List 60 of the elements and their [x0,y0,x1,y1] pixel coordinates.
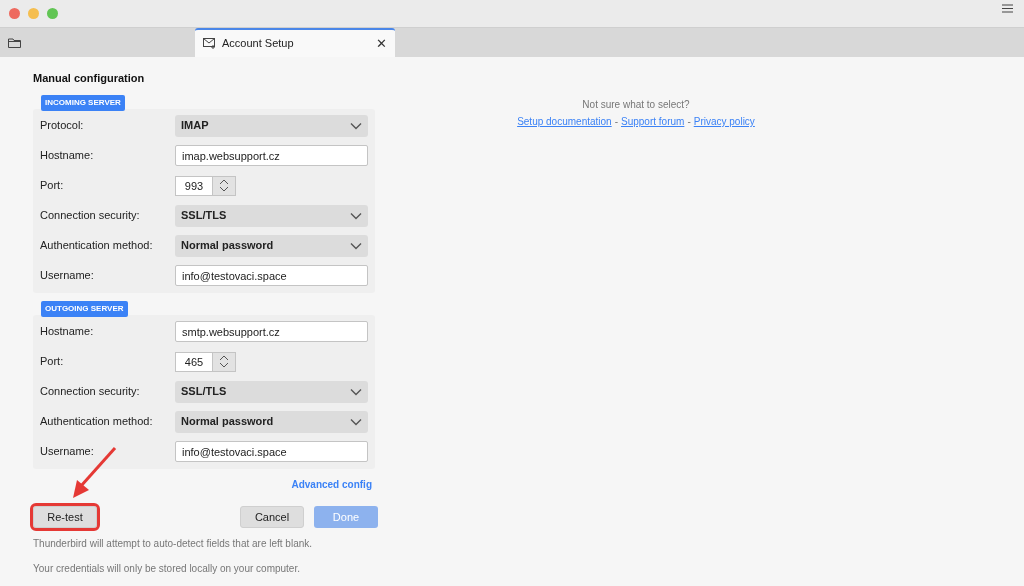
dropdown[interactable]: Normal password [175,234,368,257]
chevron-down-icon [350,121,362,130]
minimize-window-control[interactable] [28,8,39,19]
close-window-control[interactable] [9,8,20,19]
zoom-window-control[interactable] [47,8,58,19]
dropdown[interactable]: IMAP [175,114,368,137]
folder-icon [8,37,21,48]
dropdown-value: SSL/TLS [181,208,227,224]
field-label: Connection security: [40,384,141,400]
port-field[interactable]: 993 [175,175,213,196]
dropdown-value: SSL/TLS [181,384,227,400]
action-button[interactable]: Cancel [240,505,304,528]
tab-label: Account Setup [222,36,295,52]
section-badge: OUTGOING SERVER [41,300,128,317]
help-link[interactable]: Setup documentation [517,114,612,129]
dropdown[interactable]: Normal password [175,410,368,433]
input-field[interactable]: info@testovaci.space [175,441,368,462]
envelope-icon [203,38,216,49]
info-note: Your credentials will only be stored locally on your computer. [33,561,301,576]
dropdown[interactable]: SSL/TLS [175,380,368,403]
info-note: Thunderbird will attempt to auto-detect fields that are left blank. [33,536,314,551]
chevron-down-icon [350,241,362,250]
close-icon[interactable]: ✕ [376,33,387,54]
input-field[interactable]: smtp.websupport.cz [175,321,368,342]
spinner-control[interactable] [213,351,236,372]
field-label: Username: [40,268,95,284]
field-label: Authentication method: [40,414,154,430]
field-label: Authentication method: [40,238,154,254]
spinner-control[interactable] [213,175,236,196]
separator-text: - [687,115,691,129]
help-link[interactable]: Support forum [621,114,685,129]
down-icon [219,362,229,368]
action-button[interactable]: Re-test [33,505,97,528]
field-label: Username: [40,444,95,460]
chevron-down-icon [350,211,362,220]
dropdown-value: Normal password [181,238,274,254]
field-label: Port: [40,354,65,370]
menu-icon[interactable] [1002,4,1013,13]
separator-text: - [614,115,618,129]
section-badge: INCOMING SERVER [41,94,125,111]
field-label: Protocol: [40,118,85,134]
input-field[interactable]: imap.websupport.cz [175,145,368,166]
dropdown[interactable]: SSL/TLS [175,204,368,227]
field-label: Hostname: [40,324,95,340]
chevron-down-icon [350,417,362,426]
chevron-down-icon [350,387,362,396]
help-question: Not sure what to select? [582,98,690,112]
help-link[interactable]: Privacy policy [693,114,755,129]
down-icon [219,186,229,192]
section-title: Manual configuration [33,71,146,86]
field-label: Hostname: [40,148,95,164]
field-label: Connection security: [40,208,141,224]
up-icon [219,179,229,185]
input-field[interactable]: info@testovaci.space [175,265,368,286]
dropdown-value: IMAP [181,118,209,134]
tab[interactable]: Account Setup ✕ [195,28,395,57]
field-label: Port: [40,178,65,194]
up-icon [219,355,229,361]
port-field[interactable]: 465 [175,351,213,372]
dropdown-value: Normal password [181,414,274,430]
